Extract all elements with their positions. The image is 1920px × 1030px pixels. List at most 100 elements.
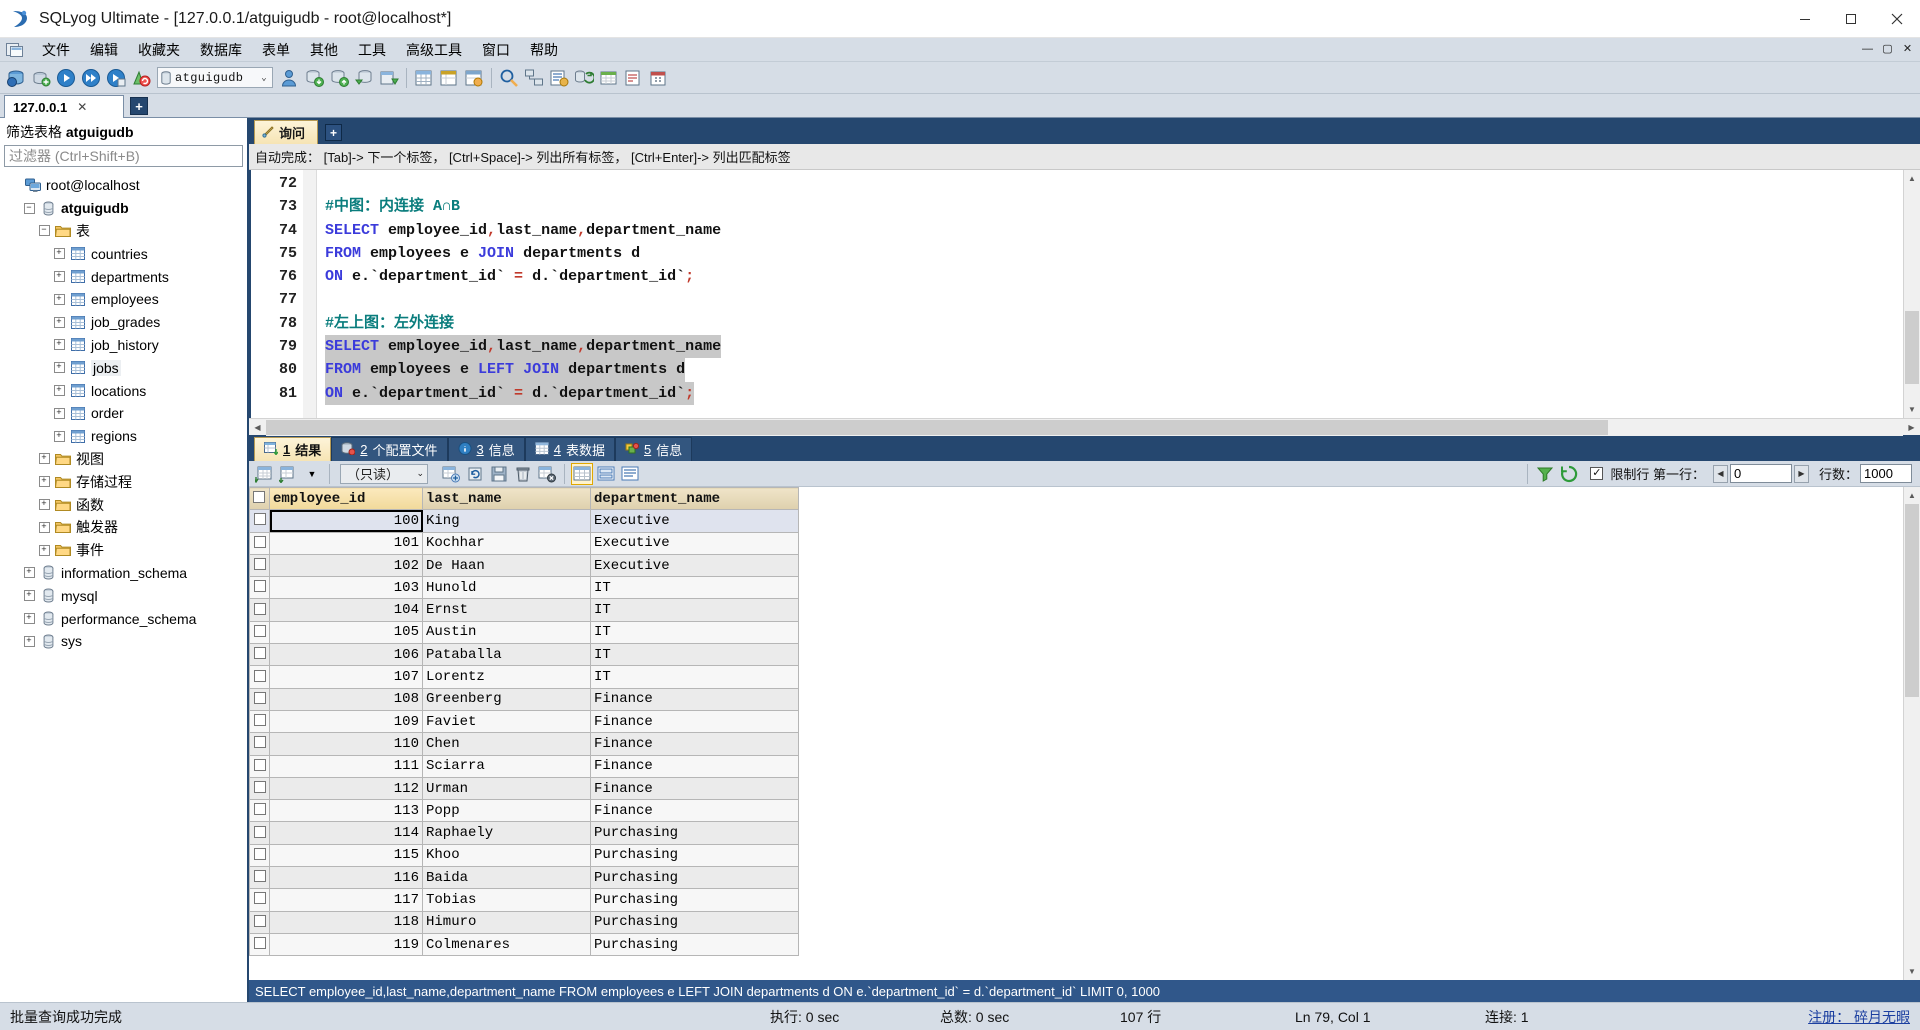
table-cell[interactable]: Finance bbox=[590, 776, 799, 801]
table-cell[interactable]: IT bbox=[590, 598, 799, 622]
table-cell[interactable]: Purchasing bbox=[590, 866, 799, 890]
tree-node-函数[interactable]: + 函数 bbox=[0, 493, 247, 516]
table-row[interactable]: 100 King Executive bbox=[249, 509, 799, 533]
object-tree[interactable]: root@localhost − atguigudb − 表 + countries + dep… bbox=[0, 170, 247, 1002]
tree-node-countries[interactable]: + countries bbox=[0, 242, 247, 265]
sql-code-area[interactable]: #中图：内连接 A∩B SELECT employee_id,last_name,… bbox=[317, 170, 1903, 418]
execute-query-icon[interactable] bbox=[54, 66, 78, 90]
row-checkbox[interactable] bbox=[253, 803, 266, 816]
table-cell[interactable]: 115 bbox=[269, 843, 423, 868]
expander-glyph[interactable]: + bbox=[23, 567, 35, 579]
html-report-icon[interactable] bbox=[622, 66, 646, 90]
code-line[interactable] bbox=[325, 288, 1903, 311]
table-cell[interactable]: Khoo bbox=[422, 843, 591, 868]
scroll-up-arrow-icon[interactable]: ▲ bbox=[1904, 170, 1920, 187]
row-checkbox-cell[interactable] bbox=[249, 776, 270, 801]
backup-icon[interactable] bbox=[352, 66, 376, 90]
table-row[interactable]: 114 Raphaely Purchasing bbox=[249, 821, 799, 845]
menu-item-others[interactable]: 其他 bbox=[300, 38, 348, 62]
import-database-icon[interactable] bbox=[302, 66, 326, 90]
table-cell[interactable]: Hunold bbox=[422, 576, 591, 600]
row-checkbox[interactable] bbox=[253, 513, 266, 526]
query-builder-icon[interactable] bbox=[497, 66, 521, 90]
grid-scroll-up-arrow-icon[interactable]: ▲ bbox=[1904, 487, 1920, 504]
result-tab-3[interactable]: 3 信息 bbox=[447, 437, 525, 461]
table-cell[interactable]: De Haan bbox=[422, 553, 591, 578]
menu-item-file[interactable]: 文件 bbox=[32, 38, 80, 62]
table-row[interactable]: 117 Tobias Purchasing bbox=[249, 888, 799, 912]
row-checkbox[interactable] bbox=[253, 825, 266, 838]
table-cell[interactable]: Executive bbox=[590, 553, 799, 578]
row-checkbox-cell[interactable] bbox=[249, 553, 270, 578]
new-table-icon[interactable] bbox=[412, 66, 436, 90]
expand-icon[interactable]: + bbox=[49, 407, 69, 419]
row-checkbox-cell[interactable] bbox=[249, 643, 270, 667]
result-tab-2[interactable]: 2 个配置文件 bbox=[331, 437, 448, 461]
table-cell[interactable]: 104 bbox=[269, 598, 423, 622]
table-info-icon[interactable] bbox=[462, 66, 486, 90]
sql-editor[interactable]: 72 73 74 75 76 77 78 79 80 81 #中图：内连接 A∩B SELECT e… bbox=[251, 170, 1903, 418]
table-row[interactable]: 105 Austin IT bbox=[249, 620, 799, 645]
expander-glyph[interactable]: + bbox=[53, 430, 65, 442]
sync-data-icon[interactable] bbox=[572, 66, 596, 90]
offset-prev-button[interactable]: ◀ bbox=[1712, 464, 1728, 483]
refresh-data-icon[interactable] bbox=[1558, 463, 1580, 485]
grid-view-icon[interactable] bbox=[571, 462, 593, 485]
row-checkbox-cell[interactable] bbox=[249, 687, 270, 711]
new-connection-icon[interactable] bbox=[4, 66, 28, 90]
table-cell[interactable]: Purchasing bbox=[590, 910, 799, 934]
row-checkbox-cell[interactable] bbox=[249, 576, 270, 600]
clear-results-icon[interactable] bbox=[536, 463, 558, 485]
expander-glyph[interactable]: + bbox=[53, 339, 65, 351]
table-cell[interactable]: Colmenares bbox=[422, 932, 591, 957]
editor-vertical-scrollbar[interactable]: ▲ ▼ bbox=[1903, 170, 1920, 418]
menu-item-tools[interactable]: 工具 bbox=[348, 38, 396, 62]
table-cell[interactable]: 100 bbox=[269, 509, 423, 533]
expander-glyph[interactable]: + bbox=[38, 499, 50, 511]
table-cell[interactable]: IT bbox=[590, 576, 799, 600]
code-line[interactable]: ON e.`department_id` = d.`department_id`… bbox=[325, 381, 1903, 405]
schema-designer-icon[interactable] bbox=[522, 66, 546, 90]
row-checkbox[interactable] bbox=[253, 558, 266, 571]
expand-icon[interactable]: + bbox=[19, 567, 39, 579]
table-cell[interactable]: Purchasing bbox=[590, 932, 799, 957]
table-cell[interactable]: 106 bbox=[269, 643, 423, 667]
tree-node-视图[interactable]: + 视图 bbox=[0, 448, 247, 471]
table-cell[interactable]: Kochhar bbox=[422, 531, 591, 555]
table-cell[interactable]: Finance bbox=[590, 799, 799, 823]
table-row[interactable]: 119 Colmenares Purchasing bbox=[249, 932, 799, 957]
row-checkbox-cell[interactable] bbox=[249, 888, 270, 912]
table-row[interactable]: 106 Pataballa IT bbox=[249, 643, 799, 667]
expander-glyph[interactable]: + bbox=[53, 316, 65, 328]
table-cell[interactable]: Faviet bbox=[422, 709, 591, 734]
filter-icon[interactable] bbox=[1534, 463, 1556, 485]
scheduler-icon[interactable] bbox=[647, 66, 671, 90]
table-row[interactable]: 108 Greenberg Finance bbox=[249, 687, 799, 711]
expander-glyph[interactable]: + bbox=[23, 590, 35, 602]
table-cell[interactable]: 108 bbox=[269, 687, 423, 711]
restore-icon[interactable] bbox=[377, 66, 401, 90]
table-cell[interactable]: Finance bbox=[590, 732, 799, 756]
add-query-tab-button[interactable]: + bbox=[325, 124, 343, 141]
column-header-employee_id[interactable]: employee_id bbox=[269, 487, 423, 511]
table-cell[interactable]: 118 bbox=[269, 910, 423, 934]
save-changes-icon[interactable] bbox=[488, 463, 510, 485]
table-cell[interactable]: 114 bbox=[269, 821, 423, 845]
row-checkbox[interactable] bbox=[253, 714, 266, 727]
code-line[interactable]: ON e.`department_id` = d.`department_id`… bbox=[325, 265, 1903, 288]
code-line[interactable]: #中图：内连接 A∩B bbox=[325, 195, 1903, 218]
table-cell[interactable]: Raphaely bbox=[422, 821, 591, 845]
table-cell[interactable]: IT bbox=[590, 643, 799, 667]
tree-node-employees[interactable]: + employees bbox=[0, 288, 247, 311]
row-checkbox[interactable] bbox=[253, 847, 266, 860]
text-view-icon[interactable] bbox=[619, 463, 641, 485]
table-cell[interactable]: 105 bbox=[269, 620, 423, 645]
results-grid-scroll[interactable]: employee_id last_name department_name 100 Ki… bbox=[249, 487, 1903, 980]
table-cell[interactable]: 109 bbox=[269, 709, 423, 734]
expand-icon[interactable]: + bbox=[34, 453, 54, 465]
expand-icon[interactable]: + bbox=[49, 271, 69, 283]
offset-input[interactable]: 0 bbox=[1729, 464, 1792, 483]
row-checkbox-cell[interactable] bbox=[249, 866, 270, 890]
table-row[interactable]: 115 Khoo Purchasing bbox=[249, 843, 799, 868]
expand-icon[interactable]: + bbox=[19, 590, 39, 602]
